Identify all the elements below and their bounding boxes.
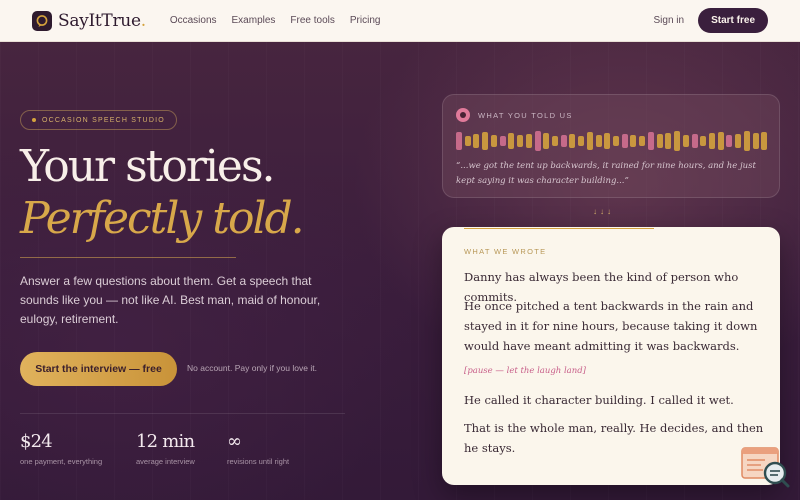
wrote-title: WHAT WE WROTE: [464, 247, 547, 256]
waveform-bar: [551, 136, 558, 146]
waveform-bar: [543, 133, 550, 149]
nav-link-free-tools[interactable]: Free tools: [290, 15, 334, 26]
card-accent-line: [464, 228, 654, 229]
waveform-bar: [752, 133, 759, 149]
waveform-bar: [586, 132, 593, 150]
badge-dot-icon: [32, 118, 36, 122]
what-we-wrote-card: WHAT WE WROTE Danny has always been the …: [442, 227, 780, 485]
nav-link-pricing[interactable]: Pricing: [350, 15, 381, 26]
stats-divider: [20, 413, 345, 414]
stat-label: average interview: [136, 457, 195, 466]
nav-links: Occasions Examples Free tools Pricing: [170, 15, 396, 26]
stat-price: $24 one payment, everything: [20, 430, 102, 466]
chat-search-icon[interactable]: [741, 446, 791, 488]
waveform-bar: [691, 134, 698, 148]
waveform-bar: [490, 135, 497, 147]
down-arrows-icon: ↓↓↓: [593, 207, 614, 216]
nav-link-occasions[interactable]: Occasions: [170, 15, 217, 26]
nav-link-examples[interactable]: Examples: [232, 15, 276, 26]
waveform-bar: [647, 132, 654, 150]
speech-pause-cue: [pause — let the laugh land]: [464, 366, 586, 376]
top-nav: SayItTrue. Occasions Examples Free tools…: [0, 0, 800, 42]
waveform-bar: [499, 136, 506, 146]
waveform-bar: [656, 134, 663, 148]
waveform-bar: [639, 136, 646, 146]
audio-waveform: [456, 131, 770, 151]
waveform-bar: [560, 135, 567, 147]
waveform-bar: [761, 132, 768, 150]
waveform-bar: [630, 135, 637, 147]
hero-subtext: Answer a few questions about them. Get a…: [20, 274, 321, 326]
told-header: WHAT YOU TOLD US: [456, 108, 573, 122]
stat-value: 12 min: [136, 431, 195, 452]
brand-name[interactable]: SayItTrue.: [58, 11, 146, 31]
waveform-bar: [473, 134, 480, 148]
headline-line-1: Your stories.: [20, 141, 276, 192]
stat-label: one payment, everything: [20, 457, 103, 466]
waveform-bar: [517, 135, 524, 147]
waveform-bar: [508, 133, 515, 149]
waveform-bar: [726, 135, 733, 147]
waveform-bar: [621, 134, 628, 148]
waveform-bar: [743, 131, 750, 151]
waveform-bar: [674, 131, 681, 151]
occasion-badge: OCCASION SPEECH STUDIO: [20, 110, 177, 130]
waveform-bar: [464, 136, 471, 146]
speech-paragraph-2: He once pitched a tent backwards in the …: [464, 299, 758, 353]
start-interview-button[interactable]: Start the interview — free: [20, 352, 177, 386]
waveform-bar: [717, 132, 724, 150]
headline-line-2: Perfectly told.: [20, 193, 305, 244]
sign-in-link[interactable]: Sign in: [654, 15, 685, 26]
stat-interview-time: 12 min average interview: [136, 430, 195, 466]
stat-value: $24: [20, 431, 53, 452]
waveform-bar: [456, 132, 462, 150]
speech-paragraph-3: He called it character building. I calle…: [464, 393, 734, 407]
speech-paragraph-4: That is the whole man, really. He decide…: [464, 421, 764, 455]
waveform-bar: [534, 131, 541, 151]
what-you-told-us-card: WHAT YOU TOLD US “...we got the tent up …: [442, 94, 780, 198]
waveform-bar: [595, 135, 602, 147]
waveform-bar: [604, 133, 611, 149]
nav-actions: Sign in Start free: [654, 8, 768, 33]
waveform-bar: [682, 135, 689, 147]
told-title: WHAT YOU TOLD US: [478, 110, 573, 120]
stat-revisions: ∞ revisions until right: [227, 430, 289, 466]
waveform-bar: [735, 134, 742, 148]
waveform-bar: [613, 136, 619, 146]
stat-value: ∞: [227, 431, 242, 452]
speech-bubble-logo-icon[interactable]: [32, 10, 52, 31]
stat-label: revisions until right: [227, 457, 290, 466]
waveform-bar: [665, 133, 672, 149]
waveform-bar: [569, 134, 576, 148]
waveform-bar: [578, 136, 585, 146]
headline-divider: [20, 257, 236, 258]
cta-note: No account. Pay only if you love it.: [187, 363, 317, 373]
waveform-bar: [482, 132, 489, 150]
start-free-button[interactable]: Start free: [698, 8, 768, 33]
waveform-bar: [525, 134, 532, 148]
waveform-bar: [700, 136, 707, 146]
badge-label: OCCASION SPEECH STUDIO: [42, 116, 165, 124]
waveform-bar: [708, 133, 715, 149]
record-icon: [456, 108, 470, 122]
told-quote: “...we got the tent up backwards, it rai…: [456, 161, 756, 186]
